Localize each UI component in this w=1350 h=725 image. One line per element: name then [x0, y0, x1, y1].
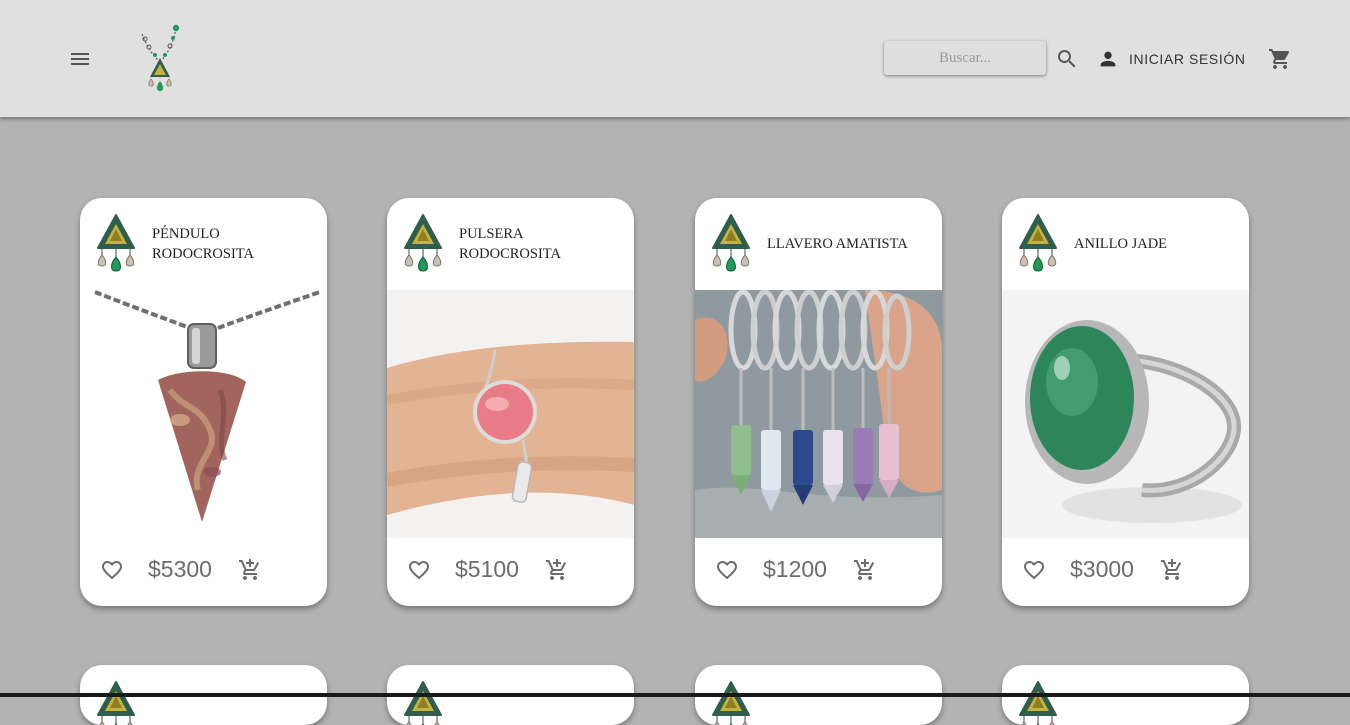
- search-input[interactable]: [884, 41, 1046, 75]
- product-image-ring[interactable]: [1002, 290, 1249, 538]
- add-to-cart-icon[interactable]: [1160, 558, 1184, 582]
- product-image-bracelet[interactable]: [387, 290, 634, 538]
- product-price: $3000: [1070, 556, 1134, 582]
- product-image-keychains[interactable]: [695, 289, 942, 538]
- login-button[interactable]: INICIAR SESIÓN: [1097, 45, 1246, 73]
- product-title: PÉNDULO RODOCROSITA: [152, 226, 254, 262]
- card-footer: $3000: [1002, 538, 1249, 606]
- login-label: INICIAR SESIÓN: [1129, 51, 1246, 67]
- window-bottom-edge: [0, 693, 1350, 697]
- card-footer: $5300: [80, 538, 327, 606]
- brand-logo[interactable]: [136, 22, 184, 94]
- product-title: ANILLO JADE: [1074, 236, 1168, 252]
- menu-icon[interactable]: [68, 47, 92, 71]
- favorite-heart-icon[interactable]: [1022, 558, 1046, 582]
- brand-mark-icon: [709, 212, 753, 274]
- card-header: ANILLO JADE: [1002, 198, 1249, 290]
- add-to-cart-icon[interactable]: [545, 558, 569, 582]
- brand-mark-icon: [1016, 212, 1060, 274]
- card-header: PULSERA RODOCROSITA: [387, 198, 634, 290]
- product-price: $1200: [763, 556, 827, 582]
- brand-mark-icon: [401, 212, 445, 274]
- brand-mark-icon: [94, 679, 138, 725]
- person-icon: [1097, 48, 1119, 70]
- product-title: PULSERA RODOCROSITA: [459, 226, 561, 262]
- product-image-pendant[interactable]: [80, 290, 327, 538]
- card-header: PÉNDULO RODOCROSITA: [80, 198, 327, 290]
- product-card[interactable]: PÉNDULO RODOCROSITA $5300: [80, 198, 327, 606]
- app-bar: INICIAR SESIÓN: [0, 0, 1350, 117]
- shopping-cart-icon[interactable]: [1268, 47, 1292, 71]
- product-card[interactable]: PULSERA RODOCROSITA $5100: [387, 198, 634, 606]
- product-card[interactable]: ANILLO JADE $3000: [1002, 198, 1249, 606]
- product-price: $5100: [455, 556, 519, 582]
- favorite-heart-icon[interactable]: [715, 558, 739, 582]
- product-card[interactable]: LLAVERO AMATISTA $1200: [695, 198, 942, 606]
- card-footer: $5100: [387, 538, 634, 606]
- product-title: LLAVERO AMATISTA: [767, 236, 908, 252]
- favorite-heart-icon[interactable]: [100, 558, 124, 582]
- card-footer: $1200: [695, 538, 942, 606]
- brand-mark-icon: [94, 212, 138, 274]
- brand-mark-icon: [1016, 679, 1060, 725]
- brand-mark-icon: [709, 679, 753, 725]
- product-price: $5300: [148, 556, 212, 582]
- favorite-heart-icon[interactable]: [407, 558, 431, 582]
- search-icon[interactable]: [1055, 47, 1079, 71]
- card-header: LLAVERO AMATISTA: [695, 198, 942, 290]
- add-to-cart-icon[interactable]: [238, 558, 262, 582]
- add-to-cart-icon[interactable]: [853, 558, 877, 582]
- brand-mark-icon: [401, 679, 445, 725]
